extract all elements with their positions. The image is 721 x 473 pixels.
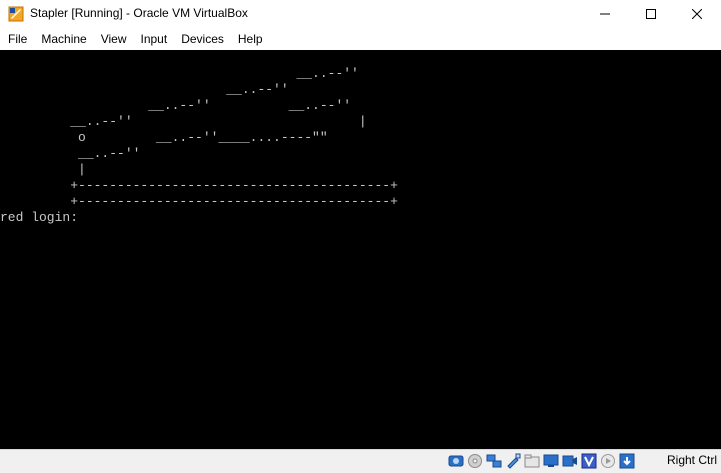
vm-display[interactable]: __..--'' __..--'' __..--'' __..--'' __..… — [0, 50, 721, 449]
host-key-label: Right Ctrl — [666, 453, 717, 467]
console-line: __..--'' — [0, 146, 141, 161]
hard-disk-icon[interactable] — [448, 453, 464, 469]
close-button[interactable] — [674, 0, 720, 28]
status-icons — [448, 453, 635, 469]
mouse-integration-icon[interactable] — [600, 453, 616, 469]
menu-devices[interactable]: Devices — [174, 28, 231, 50]
menu-help[interactable]: Help — [231, 28, 270, 50]
host-key-indicator[interactable]: Right Ctrl — [667, 453, 717, 467]
video-capture-icon[interactable] — [562, 453, 578, 469]
console-line: o __..--''____....----"" — [0, 130, 328, 145]
close-icon — [692, 9, 702, 19]
menu-machine[interactable]: Machine — [34, 28, 93, 50]
title-bar[interactable]: Stapler [Running] - Oracle VM VirtualBox — [0, 0, 721, 28]
console-line: __..--'' __..--'' — [0, 98, 352, 113]
login-prompt[interactable]: red login: — [0, 210, 86, 225]
console-output: __..--'' __..--'' __..--'' __..--'' __..… — [0, 50, 398, 226]
shared-folders-icon[interactable] — [524, 453, 540, 469]
console-line: +---------------------------------------… — [0, 194, 398, 209]
console-line: __..--'' | — [0, 114, 367, 129]
maximize-icon — [646, 9, 656, 19]
console-line: __..--'' — [0, 82, 289, 97]
display-icon[interactable] — [543, 453, 559, 469]
menu-input[interactable]: Input — [134, 28, 175, 50]
console-line: +---------------------------------------… — [0, 178, 398, 193]
menu-file[interactable]: File — [0, 28, 34, 50]
optical-drive-icon[interactable] — [467, 453, 483, 469]
console-line: __..--'' — [0, 66, 359, 81]
menu-view[interactable]: View — [94, 28, 134, 50]
virtualbox-window: Stapler [Running] - Oracle VM VirtualBox… — [0, 0, 721, 473]
status-bar: Right Ctrl — [0, 449, 721, 473]
keyboard-capture-icon[interactable] — [619, 453, 635, 469]
usb-icon[interactable] — [505, 453, 521, 469]
window-title: Stapler [Running] - Oracle VM VirtualBox — [30, 6, 248, 20]
minimize-button[interactable] — [582, 0, 628, 28]
network-icon[interactable] — [486, 453, 502, 469]
virtualization-icon[interactable] — [581, 453, 597, 469]
maximize-button[interactable] — [628, 0, 674, 28]
menu-bar: File Machine View Input Devices Help — [0, 28, 721, 50]
minimize-icon — [600, 13, 610, 15]
virtualbox-icon — [8, 6, 24, 22]
console-line: | — [0, 162, 86, 177]
